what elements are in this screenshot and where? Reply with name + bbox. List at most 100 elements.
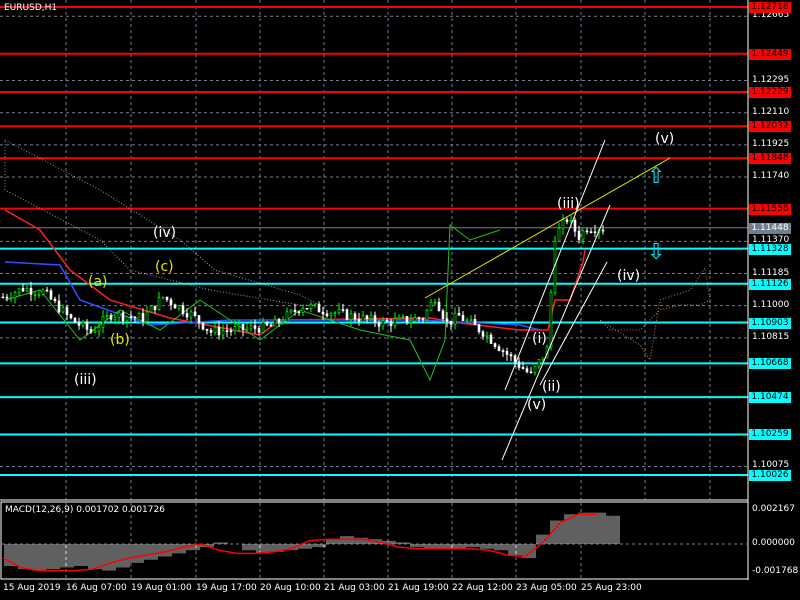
price-tick: 1.12110: [752, 106, 790, 117]
support-price-tag: 1.10903: [749, 317, 791, 329]
candle-body: [73, 317, 77, 323]
candle-body: [301, 307, 305, 313]
candle-body: [189, 311, 193, 318]
candle-body: [145, 311, 149, 322]
support-price-tag: 1.10668: [749, 358, 791, 370]
price-tick: 1.11740: [752, 171, 790, 182]
candle-body: [89, 329, 93, 333]
candle-body: [85, 321, 89, 330]
candle-body: [153, 305, 157, 310]
candle-body: [453, 312, 457, 325]
candle-body: [137, 312, 141, 318]
candle-body: [305, 307, 309, 310]
candle-body: [525, 368, 529, 373]
candle-body: [169, 299, 173, 306]
candle-body: [25, 288, 29, 292]
candle-body: [269, 324, 273, 327]
current-price-tag: 1.11448: [749, 222, 791, 234]
candle-body: [513, 355, 517, 362]
candle-body: [129, 316, 133, 319]
ichimoku-cloud: [4, 139, 321, 306]
arrow-down-icon: ⇩: [647, 240, 666, 265]
time-tick: 21 Aug 19:00: [388, 583, 449, 593]
candle-body: [549, 292, 553, 348]
support-price-tag: 1.10474: [749, 392, 791, 404]
candle-body: [465, 319, 469, 322]
candle-body: [385, 320, 389, 322]
macd-signal-line: [2, 513, 597, 572]
candle-body: [249, 325, 253, 329]
candle-body: [425, 309, 429, 321]
candle-body: [217, 326, 221, 336]
candle-body: [113, 317, 117, 320]
resistance-price-tag: 1.12449: [749, 48, 791, 60]
candle-body: [109, 314, 113, 320]
candle-body: [601, 229, 605, 232]
candle-body: [205, 328, 209, 331]
candle-body: [329, 313, 333, 317]
time-tick: 20 Aug 10:00: [260, 583, 321, 593]
candle-body: [405, 316, 409, 323]
candle-body: [441, 310, 445, 319]
candle-body: [517, 361, 521, 368]
resistance-price-tag: 1.12718: [749, 2, 791, 13]
candle-body: [209, 330, 213, 333]
wave-label: (iv): [617, 268, 641, 284]
candle-body: [409, 320, 413, 323]
candle-body: [341, 309, 345, 311]
candle-body: [461, 315, 465, 321]
wave-label: (i): [532, 331, 547, 347]
candle-body: [537, 359, 541, 367]
candle-body: [293, 309, 297, 313]
time-tick: 23 Aug 05:00: [516, 583, 577, 593]
candle-body: [489, 334, 493, 344]
candle-body: [337, 309, 341, 314]
wave-label: (iii): [74, 372, 97, 388]
candle-body: [469, 318, 473, 321]
chart-title: EURUSD,H1: [4, 3, 58, 13]
candle-body: [401, 316, 405, 318]
candle-body: [585, 230, 589, 233]
candle-body: [265, 321, 269, 326]
candle-body: [349, 313, 353, 320]
candle-body: [185, 313, 189, 318]
candles: [1, 214, 605, 376]
candle-body: [165, 296, 169, 300]
candle-body: [245, 327, 249, 330]
kijun-line-blue: [4, 261, 541, 331]
candle-body: [381, 320, 385, 327]
support-price-tag: 1.10259: [749, 429, 791, 441]
candle-body: [221, 330, 225, 336]
price-tick: 1.11925: [752, 138, 790, 149]
candle-body: [353, 313, 357, 320]
candle-body: [225, 330, 229, 333]
candle-body: [53, 298, 57, 302]
resistance-price-tag: 1.11558: [749, 203, 791, 215]
time-tick: 22 Aug 12:00: [452, 583, 513, 593]
candle-body: [193, 311, 197, 316]
macd-label: MACD(12,26,9) 0.001702 0.001726: [5, 505, 165, 515]
price-tick: 1.11185: [752, 267, 790, 278]
support-price-tag: 1.10026: [749, 470, 791, 481]
candle-body: [397, 316, 401, 320]
candle-body: [141, 312, 145, 322]
wave-label: (v): [527, 397, 547, 413]
candle-body: [5, 296, 9, 299]
candle-body: [237, 323, 241, 327]
candle-body: [65, 307, 69, 315]
candle-body: [417, 317, 421, 320]
grid: [0, 0, 748, 578]
candle-body: [457, 312, 461, 316]
candle-body: [373, 315, 377, 324]
candle-body: [357, 319, 361, 322]
candle-body: [477, 324, 481, 333]
price-tick: 1.10075: [752, 460, 790, 471]
wave-label: (iv): [153, 225, 177, 241]
support-price-tag: 1.11126: [749, 278, 791, 290]
candle-body: [17, 288, 21, 293]
candle-body: [125, 316, 129, 322]
candle-body: [497, 346, 501, 351]
candle-body: [37, 294, 41, 296]
candle-body: [541, 357, 545, 360]
candle-body: [493, 343, 497, 347]
